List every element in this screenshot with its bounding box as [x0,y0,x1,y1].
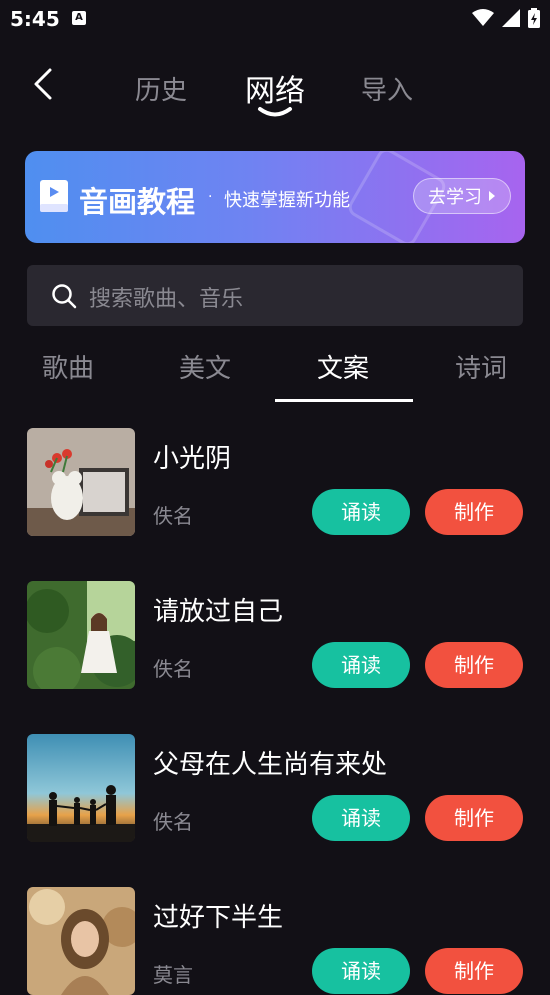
banner-subtitle: 快速掌握新功能 [224,190,350,211]
item-author: 佚名 [153,810,193,834]
notification-badge-text: A [75,12,83,23]
battery-icon [528,8,540,28]
list-item[interactable]: 请放过自己 佚名 诵读 制作 [0,581,550,689]
make-button[interactable]: 制作 [425,489,523,535]
make-button[interactable]: 制作 [425,948,523,994]
status-time: 5:45 [10,7,60,31]
signal-icon [502,9,520,27]
item-author: 佚名 [153,504,193,528]
item-thumbnail [27,734,135,842]
search-input[interactable]: 搜索歌曲、音乐 [27,265,523,326]
learn-button[interactable]: 去学习 [413,178,511,214]
item-thumbnail [27,581,135,689]
tab-import[interactable]: 导入 [361,70,413,107]
item-title: 请放过自己 [153,597,284,627]
item-title: 小光阴 [153,444,232,474]
list-item[interactable]: 小光阴 佚名 诵读 制作 [0,428,550,536]
status-bar: 5:45 A [0,0,550,38]
make-button[interactable]: 制作 [425,642,523,688]
banner-title: 音画教程 [79,185,196,219]
search-placeholder: 搜索歌曲、音乐 [89,287,244,312]
banner-separator: · [208,189,213,205]
active-tab-indicator [258,107,292,117]
book-icon [40,180,68,212]
item-title: 过好下半生 [153,903,284,933]
tab-poetry[interactable]: 诗词 [455,348,507,385]
top-nav: 历史 网络 导入 [0,56,550,120]
status-icons [472,8,540,28]
item-title: 父母在人生尚有来处 [153,750,388,780]
read-button[interactable]: 诵读 [312,795,410,841]
tab-songs[interactable]: 歌曲 [42,348,94,385]
item-thumbnail [27,428,135,536]
list-item[interactable]: 父母在人生尚有来处 佚名 诵读 制作 [0,734,550,842]
item-author: 佚名 [153,657,193,681]
play-arrow-icon [489,191,495,201]
notification-icon: A [72,11,86,25]
tab-network[interactable]: 网络 [245,66,305,110]
read-button[interactable]: 诵读 [312,489,410,535]
item-author: 莫言 [153,963,193,987]
chevron-left-icon [34,68,52,100]
search-icon [52,284,77,309]
tutorial-banner[interactable]: 音画教程 · 快速掌握新功能 去学习 [25,151,525,243]
back-button[interactable] [28,66,60,106]
make-button[interactable]: 制作 [425,795,523,841]
wifi-icon [472,9,494,26]
learn-button-label: 去学习 [428,187,482,208]
tab-prose[interactable]: 美文 [179,348,231,385]
read-button[interactable]: 诵读 [312,642,410,688]
category-tabs: 歌曲 美文 文案 诗词 [0,340,550,404]
tab-copywriting[interactable]: 文案 [317,348,369,385]
tab-underline [275,399,413,402]
read-button[interactable]: 诵读 [312,948,410,994]
tab-history[interactable]: 历史 [135,70,187,107]
